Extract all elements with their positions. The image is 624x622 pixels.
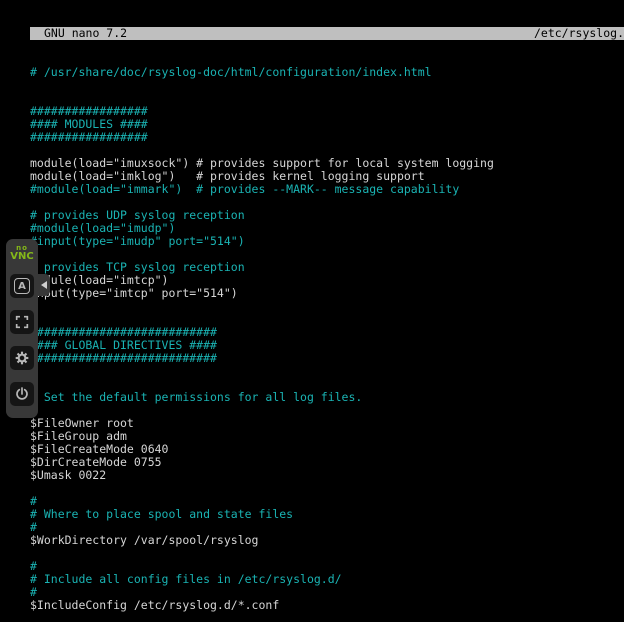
terminal-line: # /usr/share/doc/rsyslog-doc/html/config… [30, 66, 624, 79]
terminal-screen[interactable]: GNU nano 7.2 /etc/rsyslog. # /usr/share/… [30, 1, 624, 621]
nano-title-bar: GNU nano 7.2 /etc/rsyslog. [30, 27, 624, 40]
line-text: ################# [30, 104, 148, 118]
power-icon [14, 386, 30, 402]
terminal-line [30, 612, 624, 622]
terminal-line: $Umask 0022 [30, 469, 624, 482]
line-text: module(load="imklog") # provides kernel … [30, 169, 425, 183]
nano-app-title: GNU nano 7.2 [30, 27, 127, 40]
line-text: #### MODULES #### [30, 117, 148, 131]
vnc-bar-handle[interactable] [38, 274, 50, 296]
terminal-line [30, 365, 624, 378]
line-text: $FileOwner root [30, 416, 134, 430]
line-text: # Set the default permissions for all lo… [30, 390, 362, 404]
terminal-line: ################# [30, 131, 624, 144]
fullscreen-icon [14, 314, 30, 330]
fullscreen-button[interactable] [10, 310, 34, 334]
terminal-line: # Set the default permissions for all lo… [30, 391, 624, 404]
terminal-line: $WorkDirectory /var/spool/rsyslog [30, 534, 624, 547]
terminal-line [30, 300, 624, 313]
terminal-lines: # /usr/share/doc/rsyslog-doc/html/config… [30, 66, 624, 622]
settings-button[interactable] [10, 346, 34, 370]
line-text: # [30, 585, 37, 599]
power-button[interactable] [10, 382, 34, 406]
terminal-line [30, 79, 624, 92]
line-text: #### GLOBAL DIRECTIVES #### [30, 338, 217, 352]
line-text: # [30, 559, 37, 573]
terminal-line: #input(type="imudp" port="514") [30, 235, 624, 248]
line-text: module(load="imuxsock") # provides suppo… [30, 156, 494, 170]
line-text: input(type="imtcp" port="514") [30, 286, 238, 300]
line-text: #input(type="imudp" port="514") [30, 234, 245, 248]
line-text: # [30, 520, 37, 534]
line-text: # /usr/share/doc/rsyslog-doc/html/config… [30, 65, 432, 79]
line-text: # provides UDP syslog reception [30, 208, 245, 222]
line-text: $FileCreateMode 0640 [30, 442, 168, 456]
line-text: # provides TCP syslog reception [30, 260, 245, 274]
terminal-line: $DirCreateMode 0755 [30, 456, 624, 469]
line-text: # Where to place spool and state files [30, 507, 293, 521]
keyboard-a-icon: A [14, 278, 30, 294]
line-text: ########################### [30, 351, 217, 365]
line-text: #module(load="immark") # provides --MARK… [30, 182, 459, 196]
terminal-line: ########################### [30, 352, 624, 365]
terminal-line [30, 482, 624, 495]
terminal-line: $IncludeConfig /etc/rsyslog.d/*.conf [30, 599, 624, 612]
vnc-control-bar: no VNC A [6, 239, 38, 418]
line-text: # Include all config files in /etc/rsysl… [30, 572, 342, 586]
chevron-left-icon [41, 281, 47, 289]
terminal-line [30, 547, 624, 560]
line-text: # [30, 494, 37, 508]
terminal-line: input(type="imtcp" port="514") [30, 287, 624, 300]
novnc-logo: no VNC [10, 245, 33, 262]
line-text: $WorkDirectory /var/spool/rsyslog [30, 533, 258, 547]
line-text: ########################### [30, 325, 217, 339]
terminal-line: #module(load="immark") # provides --MARK… [30, 183, 624, 196]
line-text: $Umask 0022 [30, 468, 106, 482]
terminal-line: # Where to place spool and state files [30, 508, 624, 521]
line-text: $FileGroup adm [30, 429, 127, 443]
terminal-line: # Include all config files in /etc/rsysl… [30, 573, 624, 586]
gear-icon [14, 350, 30, 366]
line-text: module(load="imtcp") [30, 273, 168, 287]
line-text: $DirCreateMode 0755 [30, 455, 162, 469]
line-text: ################# [30, 130, 148, 144]
nano-file-path: /etc/rsyslog. [534, 27, 624, 40]
line-text: $IncludeConfig /etc/rsyslog.d/*.conf [30, 598, 279, 612]
extra-keys-button[interactable]: A [10, 274, 34, 298]
line-text: #module(load="imudp") [30, 221, 175, 235]
novnc-logo-bottom: VNC [10, 252, 33, 262]
